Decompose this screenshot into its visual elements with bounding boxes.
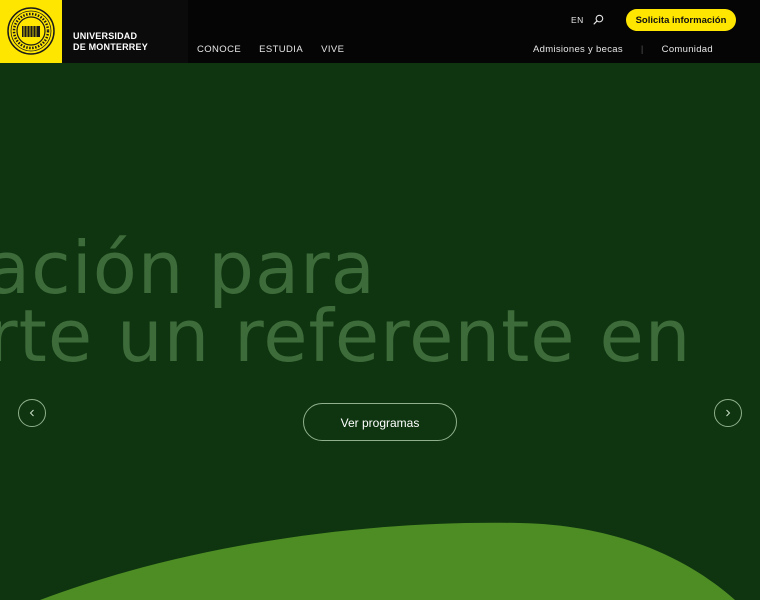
main-nav: CONOCE ESTUDIA VIVE [197, 44, 344, 55]
nav-link-admisiones[interactable]: Admisiones y becas [533, 44, 623, 55]
brand-panel: UNIVERSIDAD DE MONTERREY [62, 0, 188, 63]
nav-link-conoce[interactable]: CONOCE [197, 44, 241, 55]
nav-link-estudia[interactable]: ESTUDIA [259, 44, 303, 55]
university-seal-icon [7, 7, 55, 55]
carousel-prev-button[interactable] [18, 399, 46, 427]
request-info-button[interactable]: Solicita información [626, 9, 736, 31]
search-icon[interactable] [593, 14, 604, 25]
logo-link[interactable] [0, 0, 62, 63]
carousel-next-button[interactable] [714, 399, 742, 427]
brand-line-1: UNIVERSIDAD [73, 31, 138, 41]
decorative-wave [40, 522, 735, 600]
secondary-nav: Admisiones y becas | Comunidad [533, 44, 713, 55]
brand-name[interactable]: UNIVERSIDAD DE MONTERREY [73, 31, 148, 53]
language-switch[interactable]: EN [571, 15, 584, 25]
chevron-left-icon [29, 409, 34, 417]
nav-link-vive[interactable]: VIVE [321, 44, 344, 55]
site-header: UNIVERSIDAD DE MONTERREY CONOCE ESTUDIA … [0, 0, 760, 63]
chevron-right-icon [726, 409, 731, 417]
page: UNIVERSIDAD DE MONTERREY CONOCE ESTUDIA … [0, 0, 760, 600]
brand-line-2: DE MONTERREY [73, 42, 148, 52]
view-programs-button[interactable]: Ver programas [303, 403, 457, 441]
nav-link-comunidad[interactable]: Comunidad [662, 44, 713, 55]
nav-separator: | [640, 44, 644, 55]
hero-headline-line-2: rte un referente en [0, 294, 692, 378]
